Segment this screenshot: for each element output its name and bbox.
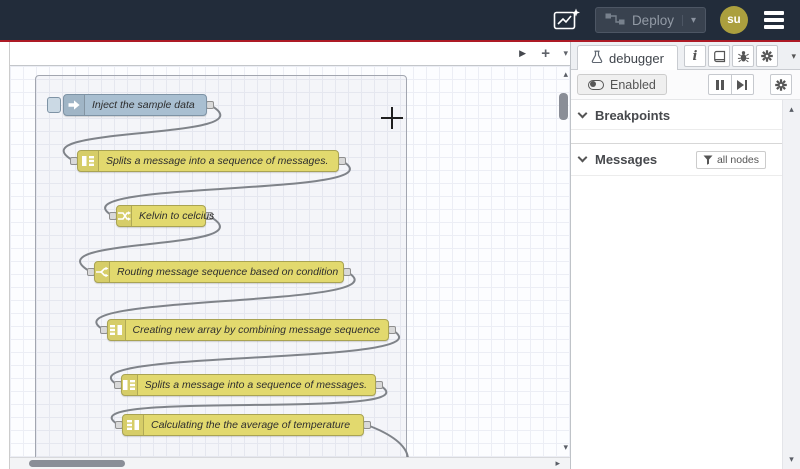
tab-debugger-label: debugger	[609, 50, 664, 66]
node-label: Calculating the the average of temperatu…	[151, 419, 351, 431]
node-label: Inject the sample data	[92, 99, 195, 111]
crosshair-cursor	[391, 107, 393, 129]
tab-scroll-right-icon[interactable]: ▶	[519, 42, 526, 65]
flow-list-caret-icon[interactable]: ▾	[563, 42, 568, 65]
join-icon	[108, 320, 126, 340]
node-label: Splits a message into a sequence of mess…	[106, 155, 329, 167]
horizontal-scrollbar[interactable]: ▸	[10, 457, 570, 469]
node-label: Kelvin to celcius	[139, 210, 215, 222]
chevron-down-icon	[577, 152, 588, 163]
debugger-settings-button[interactable]	[770, 74, 792, 95]
main-area: ▶ + ▾ ▴ ▾ Inject the sample data Splits a…	[0, 42, 800, 469]
pause-button[interactable]	[709, 75, 731, 94]
inject-icon	[64, 95, 85, 115]
inject-trigger-button[interactable]	[47, 97, 61, 113]
tab-debugger[interactable]: debugger	[577, 45, 678, 70]
sidebar-tabbar: debugger i ▾	[571, 42, 800, 70]
flow-tabbar: ▶ + ▾	[10, 42, 570, 66]
flow-node-split[interactable]: Splits a message into a sequence of mess…	[121, 374, 376, 396]
panel-scrollbar[interactable]: ▴ ▾	[782, 100, 800, 469]
hscroll-thumb[interactable]	[29, 460, 125, 467]
join-icon	[123, 415, 144, 435]
flow-node-switch[interactable]: Routing message sequence based on condit…	[94, 261, 344, 283]
node-label: Routing message sequence based on condit…	[117, 266, 339, 278]
sidebar-actions: i	[684, 45, 778, 67]
node-label: Splits a message into a sequence of mess…	[144, 379, 367, 391]
main-menu-button[interactable]	[762, 9, 786, 31]
deploy-nodes-icon	[605, 13, 625, 28]
flow-node-change[interactable]: Kelvin to celcius	[116, 205, 214, 227]
deploy-label: Deploy	[631, 12, 674, 28]
chevron-down-icon	[577, 108, 588, 119]
filter-all-nodes-button[interactable]: all nodes	[695, 150, 766, 169]
enabled-label: Enabled	[610, 77, 656, 92]
user-avatar[interactable]: su	[720, 6, 748, 34]
change-icon	[117, 206, 132, 226]
toggle-on-icon	[588, 79, 604, 90]
step-icon	[737, 79, 747, 90]
messages-title: Messages	[595, 152, 658, 167]
pause-step-group	[708, 74, 754, 95]
section-messages[interactable]: Messages all nodes	[571, 144, 782, 176]
flask-icon	[591, 50, 603, 66]
node-label: Creating new array by combining message …	[132, 324, 380, 336]
breakpoints-title: Breakpoints	[595, 108, 671, 123]
book-button[interactable]	[708, 45, 730, 67]
split-icon	[122, 375, 138, 395]
sidebar-panel: debugger i ▾ Enabled Breakpoints Message…	[570, 42, 800, 469]
info-button[interactable]: i	[684, 45, 706, 67]
hscroll-right-icon[interactable]: ▸	[555, 458, 560, 469]
flow-node-join[interactable]: Creating new array by combining message …	[107, 319, 389, 341]
pause-icon	[716, 79, 724, 90]
split-icon	[78, 151, 99, 171]
bug-button[interactable]	[732, 45, 754, 67]
deploy-caret-icon[interactable]: ▾	[681, 14, 696, 26]
switch-icon	[95, 262, 110, 282]
filter-label: all nodes	[716, 153, 759, 166]
deploy-button[interactable]: Deploy ▾	[594, 7, 706, 33]
workspace: ▶ + ▾ ▴ ▾ Inject the sample data Splits a…	[10, 42, 570, 469]
add-flow-button[interactable]: +	[541, 42, 550, 65]
palette-edge	[0, 42, 10, 469]
panel-scroll-up-icon[interactable]: ▴	[783, 104, 800, 115]
flow-node-split[interactable]: Splits a message into a sequence of mess…	[77, 150, 339, 172]
debugger-toolbar: Enabled	[571, 70, 800, 100]
breakpoints-empty-list	[571, 130, 782, 144]
panel-scroll-down-icon[interactable]: ▾	[783, 454, 800, 465]
funnel-icon	[703, 155, 713, 165]
node-red-app: Deploy ▾ su ▶ + ▾ ▴ ▾ Inject the sample …	[0, 0, 800, 469]
settings-button[interactable]	[756, 45, 778, 67]
step-button[interactable]	[731, 75, 753, 94]
debugger-content: Breakpoints Messages all nodes ▴ ▾	[571, 100, 800, 469]
flow-canvas[interactable]: ▴ ▾ Inject the sample data Splits a messa…	[10, 66, 570, 457]
flow-sparkle-icon[interactable]	[553, 8, 581, 32]
flow-node-join[interactable]: Calculating the the average of temperatu…	[122, 414, 364, 436]
enabled-toggle-button[interactable]: Enabled	[577, 74, 667, 95]
flow-node-inject[interactable]: Inject the sample data	[63, 94, 207, 116]
header: Deploy ▾ su	[0, 0, 800, 42]
section-breakpoints[interactable]: Breakpoints	[571, 102, 782, 130]
panel-caret-icon[interactable]: ▾	[791, 51, 796, 62]
